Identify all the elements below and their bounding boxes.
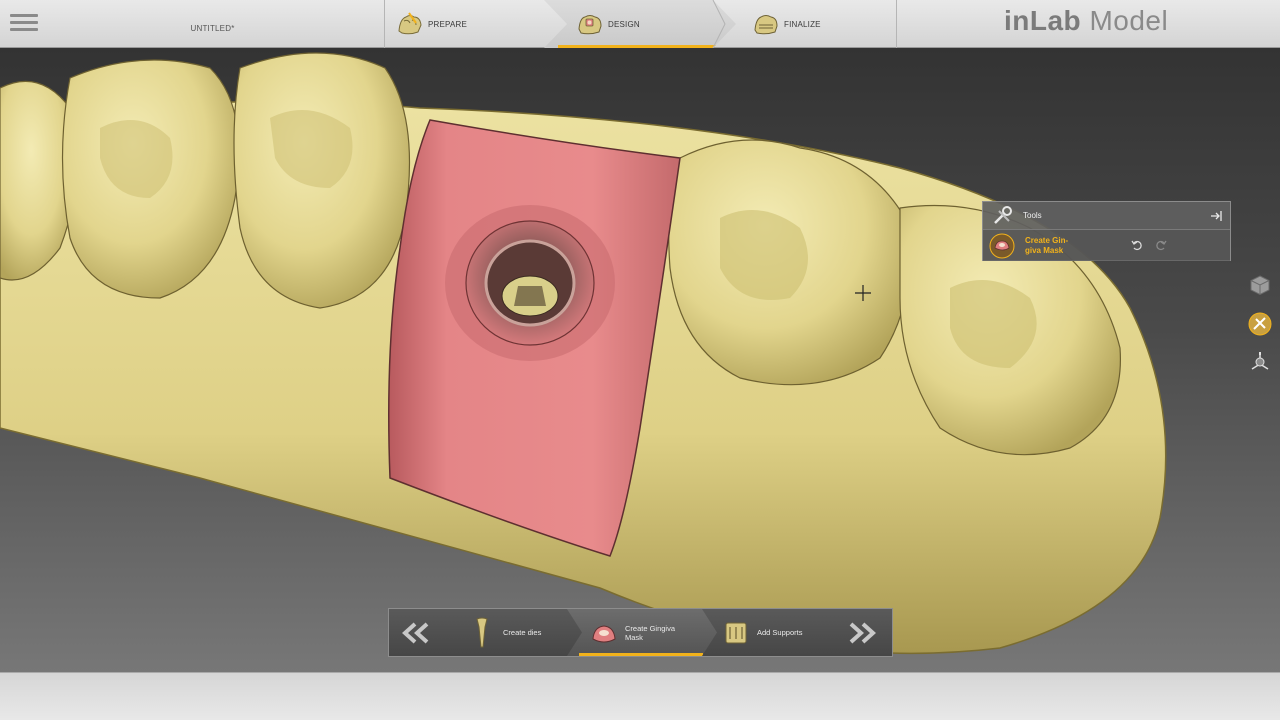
add-supports-icon bbox=[725, 622, 747, 643]
jaw-model[interactable] bbox=[0, 48, 1280, 672]
step-prepare[interactable]: PREPARE bbox=[396, 0, 546, 48]
step-finalize[interactable]: FINALIZE bbox=[752, 0, 892, 48]
top-bar: UNTITLED* PREPARE DESIGN FINALIZE inLab … bbox=[0, 0, 1280, 48]
hamburger-menu-icon[interactable] bbox=[10, 11, 38, 35]
active-tool-label-line1: Create Gin- bbox=[1025, 235, 1069, 245]
active-tool-label-line2: giva Mask bbox=[1025, 245, 1064, 255]
design-tool-icon[interactable] bbox=[1248, 312, 1272, 336]
step-design-label: DESIGN bbox=[608, 19, 640, 29]
document-title: UNTITLED* bbox=[190, 24, 235, 33]
tools-panel: Tools Create Gin- giva Mask bbox=[982, 201, 1231, 261]
axis-orientation-icon[interactable] bbox=[1248, 350, 1272, 374]
brand-suffix: Model bbox=[1081, 5, 1169, 36]
substep-gingiva-label-line2: Mask bbox=[625, 632, 643, 642]
chevron-separator bbox=[712, 0, 726, 48]
design-model-icon bbox=[578, 15, 602, 35]
app-brand: inLab Model bbox=[1004, 5, 1168, 37]
divider bbox=[896, 0, 897, 48]
tools-panel-title: Tools bbox=[1023, 211, 1042, 220]
substep-create-dies-label: Create dies bbox=[503, 628, 542, 637]
step-finalize-label: FINALIZE bbox=[784, 19, 821, 29]
bottom-status-strip bbox=[0, 672, 1280, 720]
pin-panel-icon[interactable] bbox=[1210, 210, 1222, 222]
crosshair-cursor-icon bbox=[855, 285, 871, 301]
redo-icon[interactable] bbox=[1155, 239, 1167, 251]
brand-prefix: inLab bbox=[1004, 5, 1082, 36]
previous-step-icon[interactable] bbox=[397, 621, 433, 645]
step-design[interactable]: DESIGN bbox=[544, 0, 736, 48]
model-viewport[interactable] bbox=[0, 48, 1280, 672]
view-cube-icon[interactable] bbox=[1248, 273, 1272, 297]
step-prepare-label: PREPARE bbox=[428, 19, 468, 29]
finalize-model-icon bbox=[754, 15, 778, 35]
substep-create-dies[interactable]: Create dies bbox=[469, 609, 579, 656]
tool-create-gingiva-mask[interactable]: Create Gin- giva Mask bbox=[983, 230, 1230, 261]
substep-add-supports-label: Add Supports bbox=[757, 628, 803, 637]
substep-bar: Create dies Create Gingiva Mask Add Supp… bbox=[388, 608, 893, 657]
next-step-icon[interactable] bbox=[845, 621, 881, 645]
gingiva-mask-tool-icon bbox=[592, 624, 616, 642]
divider bbox=[384, 0, 385, 48]
prepare-model-icon bbox=[398, 12, 422, 35]
substep-gingiva-label: Create Gingiva Mask bbox=[625, 624, 675, 642]
gingiva-mask-tool-icon bbox=[989, 233, 1015, 258]
substep-add-supports[interactable]: Add Supports bbox=[723, 609, 833, 656]
create-dies-icon bbox=[476, 617, 488, 647]
undo-icon[interactable] bbox=[1131, 239, 1143, 251]
substep-create-gingiva-mask[interactable]: Create Gingiva Mask bbox=[567, 609, 717, 656]
active-tool-label: Create Gin- giva Mask bbox=[1025, 236, 1085, 256]
tools-panel-header: Tools bbox=[983, 202, 1230, 230]
tools-wrench-icon bbox=[994, 205, 1012, 224]
substep-gingiva-label-line1: Create Gingiva bbox=[625, 623, 676, 633]
